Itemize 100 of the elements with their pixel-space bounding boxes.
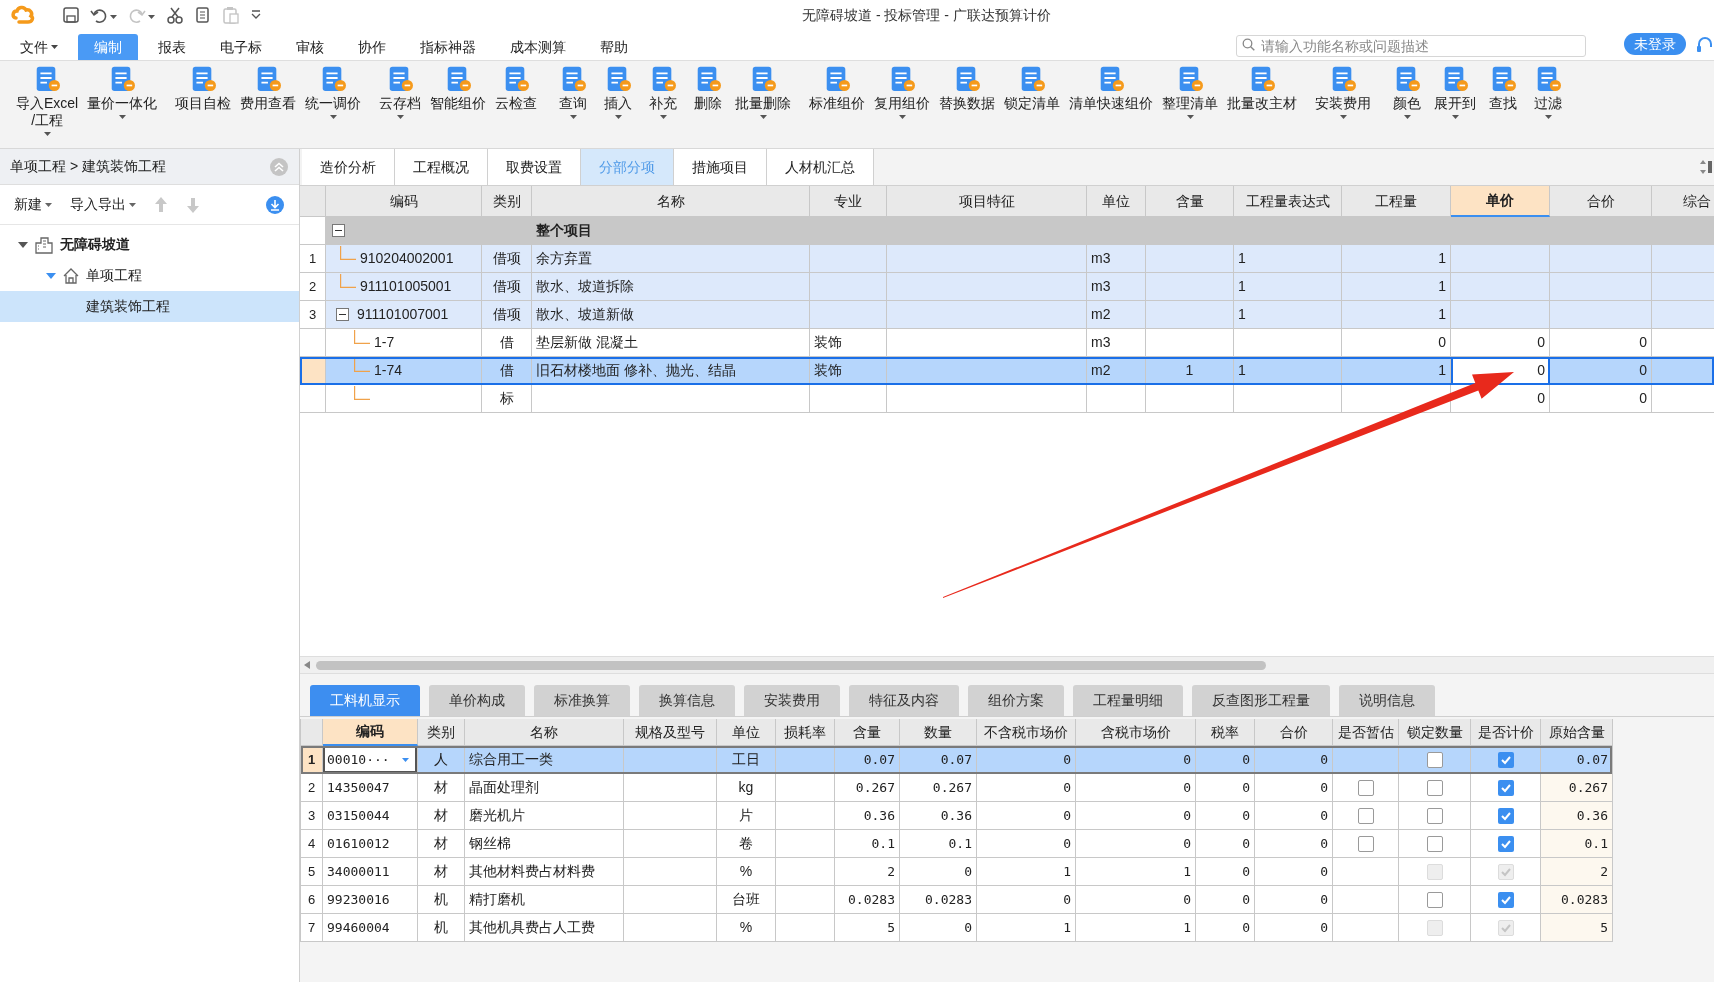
tab[interactable]: 反查图形工程量 [1192, 685, 1330, 716]
checkbox[interactable] [1497, 779, 1514, 796]
headset-icon[interactable] [1696, 36, 1714, 54]
horizontal-scrollbar[interactable] [300, 656, 1714, 674]
tab[interactable]: 说明信息 [1339, 685, 1435, 716]
checkbox[interactable] [1426, 891, 1443, 908]
table-row[interactable]: 4 01610012 材 钢丝棉 卷 0.1 0.1 0 0 0 0 0.1 [301, 830, 1612, 858]
menu-item[interactable]: 审核 [282, 34, 338, 60]
row-header[interactable] [300, 329, 326, 357]
tab[interactable]: 工程概况 [395, 149, 488, 185]
row-header[interactable]: 1 [301, 746, 323, 774]
table-row[interactable]: 2 911101005001 借项 散水、坡道拆除 m3 1 1 [300, 273, 1714, 301]
menu-item[interactable]: 成本测算 [496, 34, 580, 60]
ribbon-button[interactable]: 颜色 [1387, 65, 1428, 119]
checkbox[interactable] [1426, 751, 1443, 768]
ribbon-button[interactable]: 锁定清单 [1002, 65, 1063, 112]
row-header[interactable] [300, 385, 326, 413]
scrollbar-thumb[interactable] [316, 660, 1266, 670]
row-header[interactable]: 2 [300, 273, 326, 301]
row-header[interactable]: 5 [301, 858, 323, 886]
ribbon-button[interactable]: 删除 [688, 65, 729, 112]
row-header[interactable] [300, 357, 326, 385]
table-row[interactable]: 标 0 0 [300, 385, 1714, 413]
table-row[interactable]: 1 910204002001 借项 余方弃置 m3 1 1 [300, 245, 1714, 273]
scissors-icon[interactable] [166, 6, 184, 24]
table-row[interactable]: 2 14350047 材 晶面处理剂 kg 0.267 0.267 0 0 0 0 0.267 [301, 774, 1612, 802]
ribbon-button[interactable]: 标准组价 [807, 65, 868, 112]
ribbon-button[interactable]: 安装费用 [1313, 65, 1374, 119]
checkbox[interactable] [1497, 891, 1514, 908]
ribbon-button[interactable]: 整理清单 [1160, 65, 1221, 119]
toolbar-button[interactable]: 导入导出 [70, 194, 136, 215]
tree-item[interactable]: 建筑装饰工程 [0, 291, 299, 322]
table-row[interactable]: 1-74 借 旧石材楼地面 修补、抛光、结晶 装饰 m2 1 1 1 0 0 [300, 357, 1714, 385]
ribbon-button[interactable]: 替换数据 [937, 65, 998, 112]
tab[interactable]: 特征及内容 [849, 685, 959, 716]
download-icon[interactable] [265, 194, 285, 215]
checkbox[interactable] [1497, 751, 1514, 768]
ribbon-button[interactable]: 批量删除 [733, 65, 794, 119]
row-header[interactable]: 3 [301, 802, 323, 830]
ribbon-button[interactable]: 清单快速组价 [1067, 65, 1156, 112]
table-row[interactable]: 1 00010··· 人 综合用工一类 工日 0.07 0.07 0 0 0 0 0.07 [301, 746, 1612, 774]
ribbon-button[interactable]: 插入 [598, 65, 639, 119]
tab[interactable]: 人材机汇总 [767, 149, 874, 185]
toolbar-button[interactable]: 新建 [14, 194, 52, 215]
ribbon-button[interactable]: 统一调价 [303, 65, 364, 119]
tab[interactable]: 组价方案 [968, 685, 1064, 716]
menu-item[interactable]: 电子标 [206, 34, 276, 60]
table-row[interactable]: 3 03150044 材 磨光机片 片 0.36 0.36 0 0 0 0 0.36 [301, 802, 1612, 830]
row-header[interactable]: 2 [301, 774, 323, 802]
checkbox[interactable] [1426, 835, 1443, 852]
menu-item[interactable]: 指标神器 [406, 34, 490, 60]
row-header[interactable]: 3 [300, 301, 326, 329]
search-field[interactable]: 请输入功能名称或问题描述 [1236, 35, 1586, 57]
checkbox[interactable] [1357, 835, 1374, 852]
ribbon-button[interactable]: 复用组价 [872, 65, 933, 119]
table-row[interactable]: 6 99230016 机 精打磨机 台班 0.0283 0.0283 0 0 0 0 0.0283 [301, 886, 1612, 914]
table-row[interactable]: 3 911101007001 借项 散水、坡道新做 m2 1 1 [300, 301, 1714, 329]
ribbon-button[interactable]: 查询 [553, 65, 594, 119]
save-icon[interactable] [62, 6, 80, 24]
column-header[interactable]: 编码 [323, 719, 418, 746]
row-header[interactable]: 6 [301, 886, 323, 914]
ribbon-button[interactable]: 云存档 [377, 65, 424, 119]
checkbox[interactable] [1426, 807, 1443, 824]
checkbox[interactable] [1357, 807, 1374, 824]
ribbon-button[interactable]: 查找 [1483, 65, 1524, 112]
code-field[interactable]: 00010··· [323, 746, 417, 773]
table-row[interactable]: 1-7 借 垫层新做 混凝土 装饰 m3 0 0 0 [300, 329, 1714, 357]
tree-item[interactable]: 无障碍坡道 [0, 229, 299, 260]
ribbon-button[interactable]: 补充 [643, 65, 684, 119]
menu-item[interactable]: 报表 [144, 34, 200, 60]
tab[interactable]: 换算信息 [639, 685, 735, 716]
ribbon-button[interactable]: 项目自检 [173, 65, 234, 112]
tab[interactable]: 单价构成 [429, 685, 525, 716]
ribbon-button[interactable]: 导入Excel /工程 [14, 65, 81, 136]
undo-icon[interactable] [90, 6, 118, 24]
scroll-left-icon[interactable] [304, 661, 310, 669]
checkbox[interactable] [1357, 779, 1374, 796]
ribbon-button[interactable]: 过滤 [1528, 65, 1569, 119]
ribbon-button[interactable]: 费用查看 [238, 65, 299, 112]
copy-icon[interactable] [194, 6, 212, 24]
menu-item[interactable]: 帮助 [586, 34, 642, 60]
column-header[interactable]: 单价 [1451, 186, 1550, 217]
table-row[interactable]: 整个项目 [300, 217, 1714, 245]
tab[interactable]: 措施项目 [674, 149, 767, 185]
row-header[interactable]: 4 [301, 830, 323, 858]
menu-item[interactable]: 文件 [6, 34, 72, 60]
expand-arrow-icon[interactable] [46, 270, 56, 281]
checkbox[interactable] [1497, 835, 1514, 852]
checkbox[interactable] [1426, 779, 1443, 796]
table-row[interactable]: 7 99460004 机 其他机具费占人工费 % 5 0 1 1 0 0 5 [301, 914, 1612, 942]
tab[interactable]: 标准换算 [534, 685, 630, 716]
row-header[interactable]: 7 [301, 914, 323, 942]
ribbon-button[interactable]: 展开到 [1432, 65, 1479, 119]
tab[interactable]: 工程量明细 [1073, 685, 1183, 716]
table-row[interactable]: 5 34000011 材 其他材料费占材料费 % 2 0 1 1 0 0 2 [301, 858, 1612, 886]
menu-item[interactable]: 协作 [344, 34, 400, 60]
tab[interactable]: 安装费用 [744, 685, 840, 716]
tree-item[interactable]: 单项工程 [0, 260, 299, 291]
ribbon-button[interactable]: 智能组价 [428, 65, 489, 112]
tab[interactable]: 造价分析 [302, 149, 395, 185]
